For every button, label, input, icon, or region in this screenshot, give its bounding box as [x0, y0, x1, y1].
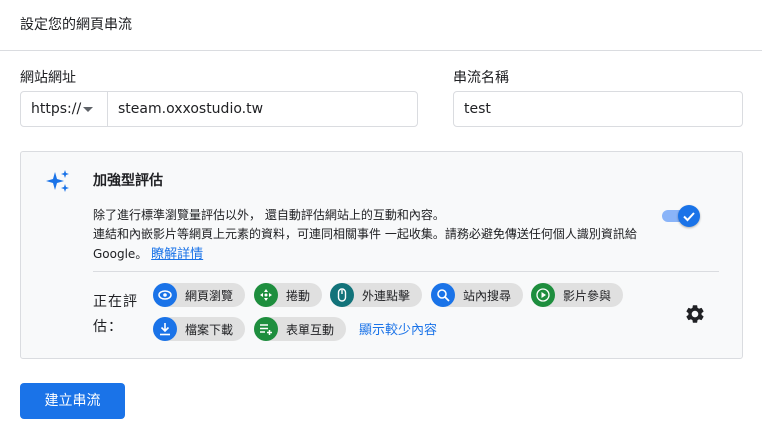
- chip-label: 網頁瀏覽: [185, 289, 234, 303]
- chip-label: 站內搜尋: [463, 289, 512, 303]
- chip-form-interactions[interactable]: 表單互動: [254, 317, 346, 341]
- measuring-label: 正在評估：: [93, 294, 138, 335]
- chip-outbound-clicks[interactable]: 外連點擊: [330, 283, 422, 307]
- chip-label: 捲動: [286, 289, 311, 303]
- url-input[interactable]: steam.oxxostudio.tw: [107, 91, 418, 127]
- enhanced-measurement-toggle[interactable]: [662, 205, 700, 227]
- chip-label: 影片參與: [563, 289, 612, 303]
- mouse-icon: [330, 283, 354, 307]
- url-value: steam.oxxostudio.tw: [118, 101, 264, 117]
- gear-icon[interactable]: [684, 303, 706, 325]
- description-line2: 連結和內嵌影片等網頁上元素的資料，可連同相關事件 一起收集。請務必避免傳送任何個…: [93, 224, 663, 265]
- sparkle-icon: [46, 170, 69, 192]
- stream-name-label: 串流名稱: [453, 70, 509, 86]
- chip-scrolls[interactable]: 捲動: [254, 283, 322, 307]
- create-stream-button[interactable]: 建立串流: [20, 383, 125, 419]
- check-icon: [683, 212, 695, 222]
- scroll-icon: [254, 283, 278, 307]
- show-less-link[interactable]: 顯示較少內容: [359, 319, 437, 338]
- chip-label: 檔案下載: [185, 323, 234, 337]
- eye-icon: [153, 283, 177, 307]
- stream-name-input[interactable]: test: [453, 91, 743, 127]
- enhanced-measurement-title: 加強型評估: [93, 173, 163, 189]
- download-icon: [153, 317, 177, 341]
- enhanced-measurement-panel: 加強型評估 除了進行標準瀏覽量評估以外， 還自動評估網站上的互動和內容。 連結和…: [20, 151, 743, 359]
- chip-page-views[interactable]: 網頁瀏覽: [153, 283, 245, 307]
- learn-more-link[interactable]: 瞭解詳情: [151, 247, 203, 262]
- chip-label: 外連點擊: [362, 289, 411, 303]
- form-icon: [254, 317, 278, 341]
- url-label: 網站網址: [20, 70, 76, 86]
- chip-file-downloads[interactable]: 檔案下載: [153, 317, 245, 341]
- chip-site-search[interactable]: 站內搜尋: [431, 283, 523, 307]
- chip-label: 表單互動: [286, 323, 335, 337]
- protocol-select[interactable]: https://: [20, 91, 108, 127]
- divider: [93, 271, 719, 272]
- page-title: 設定您的網頁串流: [20, 17, 132, 33]
- protocol-value: https://: [31, 101, 82, 117]
- stream-name-value: test: [464, 101, 491, 117]
- page-header: 設定您的網頁串流: [0, 0, 762, 51]
- dropdown-arrow-icon: [83, 107, 93, 112]
- description-line1: 除了進行標準瀏覽量評估以外， 還自動評估網站上的互動和內容。: [93, 208, 445, 222]
- toggle-knob: [678, 205, 700, 227]
- search-icon: [431, 283, 455, 307]
- play-icon: [531, 283, 555, 307]
- chip-video-engagement[interactable]: 影片參與: [531, 283, 623, 307]
